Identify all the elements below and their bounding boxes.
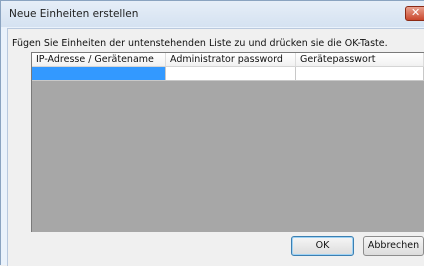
ok-button[interactable]: OK (291, 236, 354, 256)
cell-device-password[interactable] (296, 67, 424, 81)
close-icon: ✕ (411, 6, 421, 19)
cancel-button[interactable]: Abbrechen (363, 236, 424, 256)
title-bar[interactable]: Neue Einheiten erstellen (1, 1, 424, 27)
column-header-admin-password[interactable]: Administrator password (166, 53, 296, 66)
units-table[interactable]: IP-Adresse / Gerätename Administrator pa… (31, 52, 424, 232)
table-row[interactable] (32, 67, 424, 81)
column-header-ip-address[interactable]: IP-Adresse / Gerätename (32, 53, 166, 66)
cell-admin-password[interactable] (166, 67, 296, 81)
window-title: Neue Einheiten erstellen (9, 8, 139, 20)
cell-ip-address[interactable] (32, 67, 166, 81)
close-button[interactable]: ✕ (405, 6, 424, 21)
column-header-device-password[interactable]: Gerätepasswort (296, 53, 424, 66)
instruction-text: Fügen Sie Einheiten der untenstehenden L… (12, 38, 388, 49)
table-header: IP-Adresse / Gerätename Administrator pa… (32, 53, 424, 67)
